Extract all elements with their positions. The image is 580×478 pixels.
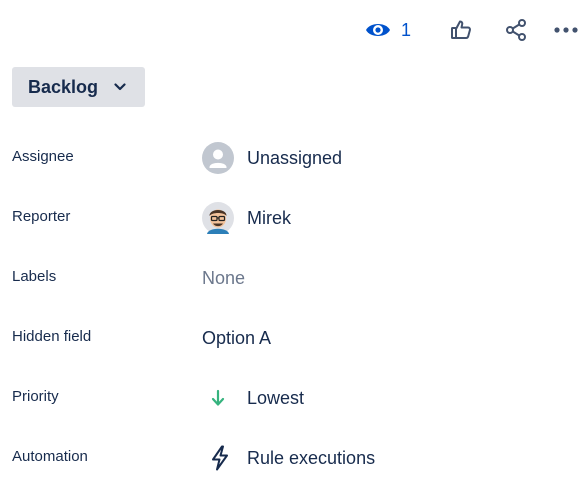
more-horizontal-icon: [553, 26, 579, 34]
field-label-automation: Automation: [12, 448, 88, 465]
hidden-field-option: Option A: [202, 327, 272, 348]
field-label-priority: Priority: [12, 388, 59, 405]
labels-empty-value: None: [202, 267, 246, 288]
priority-value[interactable]: Lowest: [202, 378, 304, 418]
field-row-reporter: Reporter Mirek: [0, 198, 580, 238]
lightning-bolt-icon: [202, 441, 236, 475]
status-dropdown[interactable]: Backlog: [12, 67, 145, 107]
assignee-name: Unassigned: [247, 147, 343, 168]
field-row-hidden-field: Hidden field Option A: [0, 318, 580, 358]
reporter-name: Mirek: [247, 207, 291, 228]
priority-name: Lowest: [247, 387, 305, 408]
field-label-assignee: Assignee: [12, 148, 74, 165]
share-icon: [504, 18, 528, 42]
field-row-assignee: Assignee Unassigned: [0, 138, 580, 178]
chevron-down-icon: [114, 83, 126, 91]
more-actions-button[interactable]: [550, 12, 580, 48]
field-label-reporter: Reporter: [12, 208, 71, 225]
watch-count: 1: [400, 19, 411, 40]
automation-value[interactable]: Rule executions: [202, 438, 375, 478]
watch-button[interactable]: 1: [360, 12, 416, 48]
field-row-automation: Automation Rule executions: [0, 438, 580, 478]
assignee-value[interactable]: Unassigned: [202, 138, 342, 178]
automation-link: Rule executions: [247, 447, 376, 468]
field-row-priority: Priority Lowest: [0, 378, 580, 418]
status-label: Backlog: [28, 76, 99, 97]
hidden-field-value[interactable]: Option A: [202, 318, 271, 358]
share-button[interactable]: [500, 12, 532, 48]
like-button[interactable]: [445, 12, 477, 48]
arrow-down-icon: [202, 381, 236, 415]
field-label-labels: Labels: [12, 268, 57, 285]
thumbs-up-icon: [449, 18, 473, 42]
default-avatar-icon: [202, 141, 236, 175]
avatar: [202, 201, 236, 235]
field-row-labels: Labels None: [0, 258, 580, 298]
labels-value[interactable]: None: [202, 258, 245, 298]
issue-toolbar: 1: [0, 12, 580, 48]
field-label-hidden-field: Hidden field: [12, 328, 92, 345]
eye-icon: [365, 20, 391, 40]
reporter-value[interactable]: Mirek: [202, 198, 291, 238]
